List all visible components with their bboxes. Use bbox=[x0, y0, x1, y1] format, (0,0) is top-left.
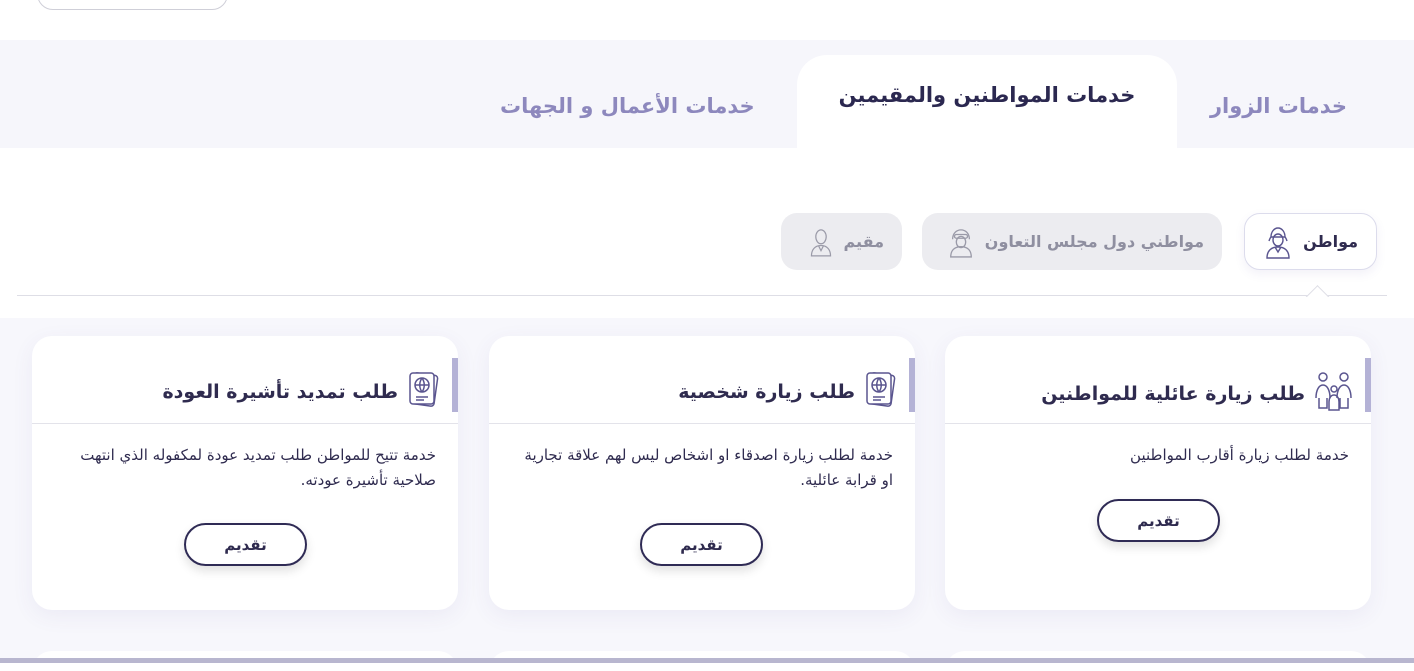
user-type-gcc-citizen[interactable]: مواطني دول مجلس التعاون bbox=[922, 213, 1222, 270]
user-type-resident[interactable]: مقيم bbox=[781, 213, 902, 270]
card-accent-bar bbox=[909, 358, 915, 412]
tab-citizens-residents-services[interactable]: خدمات المواطنين والمقيمين bbox=[797, 55, 1177, 148]
card-header: طلب زيارة عائلية للمواطنين bbox=[945, 358, 1371, 424]
apply-button[interactable]: تقديم bbox=[1097, 499, 1220, 542]
gcc-citizen-icon bbox=[947, 226, 975, 258]
top-search-pill[interactable] bbox=[37, 0, 228, 10]
citizen-man-icon bbox=[1263, 225, 1293, 259]
card-header: طلب زيارة شخصية bbox=[489, 358, 915, 424]
service-card-family-visit: طلب زيارة عائلية للمواطنين خدمة لطلب زيا… bbox=[945, 336, 1371, 610]
active-chip-caret bbox=[1304, 281, 1330, 297]
card-header: طلب تمديد تأشيرة العودة bbox=[32, 358, 458, 424]
card-title: طلب زيارة عائلية للمواطنين bbox=[1041, 370, 1355, 417]
chips-divider bbox=[17, 295, 1387, 296]
card-title-text: طلب زيارة عائلية للمواطنين bbox=[1041, 382, 1305, 405]
citizen-label: مواطن bbox=[1303, 232, 1358, 251]
apply-button[interactable]: تقديم bbox=[640, 523, 763, 566]
card-accent-bar bbox=[1365, 358, 1371, 412]
service-card-return-visa-extension: طلب تمديد تأشيرة العودة خدمة تتيح للمواط… bbox=[32, 336, 458, 610]
tab-citizens-label: خدمات المواطنين والمقيمين bbox=[838, 83, 1136, 107]
tab-business-services[interactable]: خدمات الأعمال و الجهات bbox=[500, 94, 755, 118]
user-type-citizen[interactable]: مواطن bbox=[1244, 213, 1377, 270]
passport-icon bbox=[406, 370, 442, 413]
card-description: خدمة لطلب زيارة أقارب المواطنين bbox=[1130, 446, 1349, 464]
card-description: خدمة تتيح للمواطن طلب تمديد عودة لمكفوله… bbox=[80, 446, 436, 489]
card-description: خدمة لطلب زيارة اصدقاء او اشخاص ليس لهم … bbox=[524, 446, 893, 489]
gcc-label: مواطني دول مجلس التعاون bbox=[984, 232, 1204, 251]
card-title-text: طلب تمديد تأشيرة العودة bbox=[162, 380, 398, 403]
bottom-edge-strip bbox=[0, 658, 1414, 663]
passport-icon bbox=[863, 370, 899, 413]
family-icon bbox=[1313, 370, 1355, 417]
card-title: طلب تمديد تأشيرة العودة bbox=[162, 370, 442, 413]
services-tabbar: خدمات الزوار خدمات المواطنين والمقيمين خ… bbox=[0, 40, 1414, 148]
resident-person-icon bbox=[808, 226, 834, 258]
card-title-text: طلب زيارة شخصية bbox=[678, 380, 855, 403]
card-title: طلب زيارة شخصية bbox=[678, 370, 899, 413]
resident-label: مقيم bbox=[843, 232, 885, 251]
apply-button[interactable]: تقديم bbox=[184, 523, 307, 566]
card-accent-bar bbox=[452, 358, 458, 412]
service-card-personal-visit: طلب زيارة شخصية خدمة لطلب زيارة اصدقاء ا… bbox=[489, 336, 915, 610]
tab-visitors-services[interactable]: خدمات الزوار bbox=[1210, 94, 1347, 118]
